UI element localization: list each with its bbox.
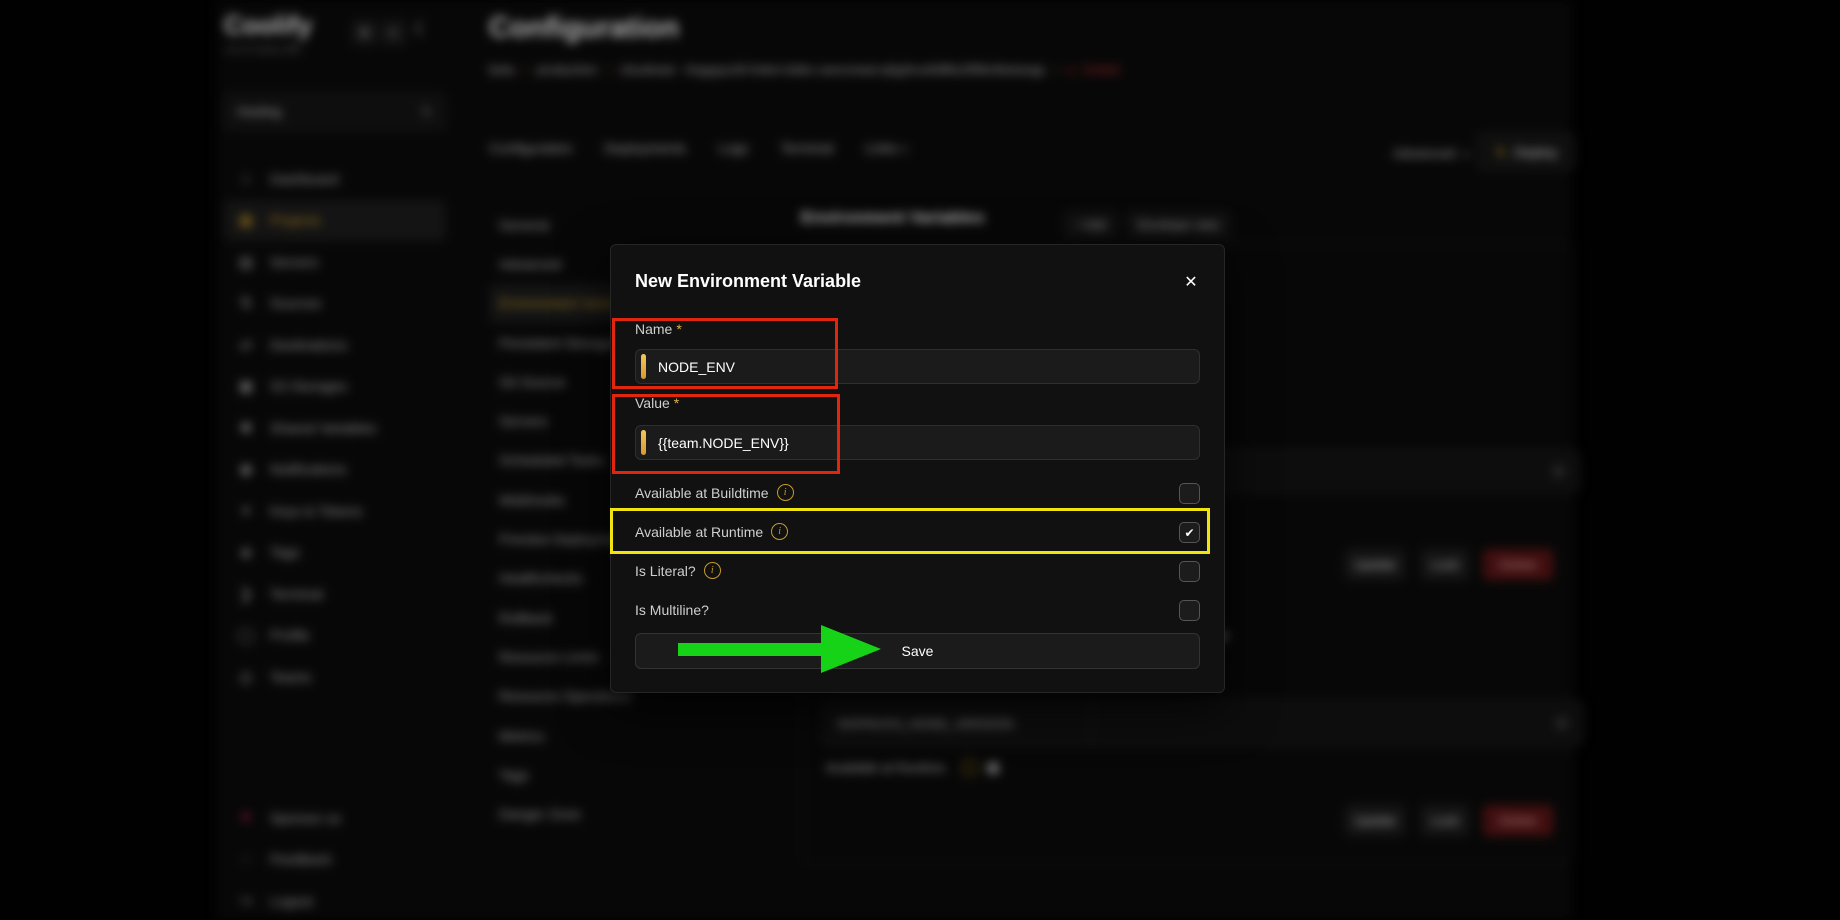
checkbox-label: Available at Runtime bbox=[635, 524, 763, 540]
info-icon: i bbox=[771, 523, 788, 540]
info-icon: i bbox=[704, 562, 721, 579]
checkbox-row: Available at Runtime i ✔ bbox=[635, 512, 1200, 551]
screen: Coolify v4.0.0-beta.380 ⌘ K ☾ Hosting ⇅ … bbox=[0, 0, 1840, 920]
value-field-label: Value* bbox=[635, 395, 679, 411]
close-icon[interactable]: ✕ bbox=[1178, 269, 1204, 295]
checkbox-label: Available at Buildtime bbox=[635, 485, 769, 501]
modal-checkbox-list: Available at Buildtime i Available at Ru… bbox=[635, 473, 1200, 629]
new-env-var-modal: New Environment Variable ✕ Name* NODE_EN… bbox=[610, 244, 1225, 693]
required-asterisk: * bbox=[674, 395, 679, 411]
checkbox-label: Is Literal? bbox=[635, 563, 696, 579]
name-field-label: Name* bbox=[635, 321, 682, 337]
input-accent-bar bbox=[641, 430, 646, 455]
checkbox[interactable]: ✔ bbox=[1179, 522, 1200, 543]
value-field-value: {{team.NODE_ENV}} bbox=[658, 435, 789, 451]
info-icon: i bbox=[777, 484, 794, 501]
required-asterisk: * bbox=[676, 321, 681, 337]
checkbox-row: Available at Buildtime i bbox=[635, 473, 1200, 512]
checkbox-row: Is Literal? i bbox=[635, 551, 1200, 590]
name-field-value: NODE_ENV bbox=[658, 359, 735, 375]
checkbox[interactable] bbox=[1179, 600, 1200, 621]
modal-title: New Environment Variable bbox=[635, 271, 861, 292]
checkbox-label: Is Multiline? bbox=[635, 602, 709, 618]
checkbox-row: Is Multiline? i bbox=[635, 590, 1200, 629]
value-field[interactable]: {{team.NODE_ENV}} bbox=[635, 425, 1200, 460]
checkbox[interactable] bbox=[1179, 483, 1200, 504]
checkbox[interactable] bbox=[1179, 561, 1200, 582]
save-button[interactable]: Save bbox=[635, 633, 1200, 669]
name-field[interactable]: NODE_ENV bbox=[635, 349, 1200, 384]
input-accent-bar bbox=[641, 354, 646, 379]
